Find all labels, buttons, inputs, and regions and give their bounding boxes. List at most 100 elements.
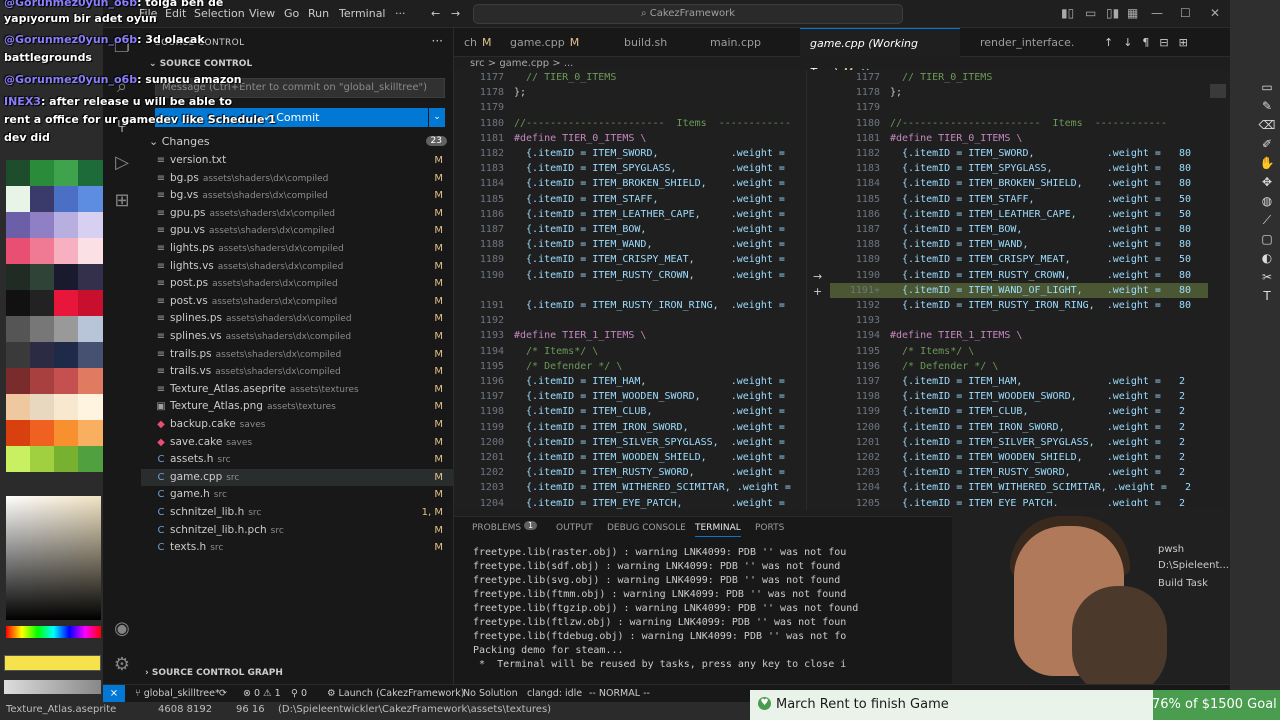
color-swatch[interactable] <box>78 290 103 316</box>
branch-indicator[interactable]: ⑂ global_skilltree* <box>135 688 220 699</box>
color-swatch[interactable] <box>30 342 56 368</box>
file-row[interactable]: ≡ post.ps assets\shaders\dx\compiled M <box>141 275 453 292</box>
color-swatch[interactable] <box>6 368 32 394</box>
editor-tab[interactable]: main.cpp <box>700 28 790 57</box>
launch-indicator[interactable]: ⚙ Launch (CakezFramework) <box>327 688 464 699</box>
account-icon[interactable]: ◉ <box>111 618 133 640</box>
color-swatch[interactable] <box>78 368 103 394</box>
diff-navigation-icons[interactable]: ↑↓¶⊟⊞ <box>1104 36 1198 49</box>
color-swatch[interactable] <box>54 316 80 342</box>
color-swatch[interactable] <box>30 446 56 472</box>
terminal-instance[interactable]: pwsh <box>1158 544 1184 555</box>
color-swatch[interactable] <box>54 368 80 394</box>
color-swatch[interactable] <box>54 342 80 368</box>
color-swatch[interactable] <box>54 186 80 212</box>
panel-tab[interactable]: OUTPUT <box>556 523 593 533</box>
source-control-graph-header[interactable]: › SOURCE CONTROL GRAPH <box>145 668 283 678</box>
minimap[interactable] <box>1208 70 1230 510</box>
color-swatch[interactable] <box>30 290 56 316</box>
ports-indicator[interactable]: ⚲ 0 <box>291 688 307 699</box>
color-swatch[interactable] <box>30 186 56 212</box>
color-swatch[interactable] <box>6 446 32 472</box>
editor-tab[interactable]: game.cpp M <box>500 28 604 57</box>
menu-item[interactable]: View <box>249 7 275 20</box>
color-swatch[interactable] <box>6 212 32 238</box>
editor-tab[interactable]: game.cpp (Working Tree)M✕ <box>800 28 960 79</box>
move-tool-icon[interactable]: ✥ <box>1258 173 1276 191</box>
color-swatch[interactable] <box>6 238 32 264</box>
menu-item[interactable]: Terminal <box>339 7 386 20</box>
foreground-color[interactable] <box>4 655 101 671</box>
panel-tab[interactable]: PORTS <box>755 523 784 533</box>
file-row[interactable]: ≡ lights.vs assets\shaders\dx\compiled M <box>141 258 453 275</box>
editor-tab[interactable]: render_interface. <box>970 28 1100 57</box>
color-swatch[interactable] <box>30 368 56 394</box>
file-row[interactable]: Cgame.h src M <box>141 486 453 503</box>
gradient-tool-icon[interactable]: ◐ <box>1258 249 1276 267</box>
color-swatch[interactable] <box>78 316 103 342</box>
run-debug-icon[interactable]: ▷ <box>111 152 133 174</box>
panel-tab[interactable]: TERMINAL <box>695 523 741 537</box>
color-swatch[interactable] <box>78 420 103 446</box>
color-swatch[interactable] <box>30 160 56 186</box>
file-row[interactable]: ◆ backup.cake saves M <box>141 416 453 433</box>
color-swatch[interactable] <box>6 420 32 446</box>
menu-item[interactable]: Run <box>308 7 329 20</box>
pencil-tool-icon[interactable]: ✎ <box>1258 97 1276 115</box>
rect-tool-icon[interactable]: ▢ <box>1258 230 1276 248</box>
stage-plus-icon[interactable]: + <box>813 285 822 298</box>
color-swatch[interactable] <box>54 420 80 446</box>
file-row[interactable]: ≡ splines.vs assets\shaders\dx\compiled M <box>141 328 453 345</box>
color-swatch[interactable] <box>6 160 32 186</box>
file-row[interactable]: ≡ trails.vs assets\shaders\dx\compiled M <box>141 363 453 380</box>
toggle-sidebar-icon[interactable]: ▮▯ <box>1061 6 1074 20</box>
file-row[interactable]: ≡ lights.ps assets\shaders\dx\compiled M <box>141 240 453 257</box>
color-swatch[interactable] <box>78 342 103 368</box>
command-center-search[interactable]: ⌕ CakezFramework <box>473 4 903 24</box>
color-swatch[interactable] <box>78 264 103 290</box>
section-header[interactable]: ⌄ SOURCE CONTROL <box>149 59 252 69</box>
color-swatch[interactable] <box>54 394 80 420</box>
solution-indicator[interactable]: No Solution <box>463 688 518 699</box>
more-actions-icon[interactable]: ··· <box>432 34 443 48</box>
file-row[interactable]: ≡ splines.ps assets\shaders\dx\compiled M <box>141 310 453 327</box>
terminal-instance[interactable]: Build Task <box>1158 578 1208 589</box>
color-swatch[interactable] <box>30 264 56 290</box>
color-swatch[interactable] <box>6 316 32 342</box>
diff-modified-pane[interactable]: 1177 // TIER_0_ITEMS 1178}; 1179 1180//----… <box>830 70 1208 510</box>
color-swatch[interactable] <box>54 212 80 238</box>
color-swatch[interactable] <box>30 394 56 420</box>
color-swatch[interactable] <box>6 342 32 368</box>
color-swatch[interactable] <box>78 186 103 212</box>
sync-icon[interactable]: ⟳ <box>219 688 227 699</box>
color-swatch[interactable] <box>54 238 80 264</box>
panel-tab[interactable]: DEBUG CONSOLE <box>607 523 686 533</box>
editor-tab[interactable]: build.sh <box>614 28 690 57</box>
color-swatch[interactable] <box>6 290 32 316</box>
marquee-tool-icon[interactable]: ▭ <box>1258 78 1276 96</box>
changes-group[interactable]: ⌄ Changes 23 <box>149 135 447 151</box>
hand-tool-icon[interactable]: ✋ <box>1258 154 1276 172</box>
revert-arrow-icon[interactable]: → <box>813 270 822 283</box>
slice-tool-icon[interactable]: ✂ <box>1258 268 1276 286</box>
file-row[interactable]: ≡ Texture_Atlas.aseprite assets\textures M <box>141 381 453 398</box>
file-row[interactable]: ≡ bg.ps assets\shaders\dx\compiled M <box>141 170 453 187</box>
layout-icon[interactable]: ▦ <box>1127 6 1138 20</box>
color-swatch[interactable] <box>54 446 80 472</box>
back-arrow-icon[interactable]: ← <box>431 7 440 20</box>
color-swatch[interactable] <box>30 212 56 238</box>
toggle-panel-icon[interactable]: ▭ <box>1085 6 1096 20</box>
color-swatch[interactable] <box>78 446 103 472</box>
fill-tool-icon[interactable]: ◍ <box>1258 192 1276 210</box>
remote-icon[interactable]: ⨯ <box>103 685 125 703</box>
minimize-icon[interactable]: — <box>1151 6 1163 20</box>
commit-dropdown-icon[interactable]: ⌄ <box>429 108 445 127</box>
editor-tab[interactable]: ch M <box>454 28 492 57</box>
settings-gear-icon[interactable]: ⚙ <box>111 654 133 676</box>
hue-slider[interactable] <box>6 626 101 638</box>
panel-tab[interactable]: PROBLEMS <box>472 523 521 533</box>
file-row[interactable]: ≡ post.vs assets\shaders\dx\compiled M <box>141 293 453 310</box>
line-tool-icon[interactable]: ⟋ <box>1258 211 1276 229</box>
color-swatch[interactable] <box>30 238 56 264</box>
color-swatch[interactable] <box>78 394 103 420</box>
